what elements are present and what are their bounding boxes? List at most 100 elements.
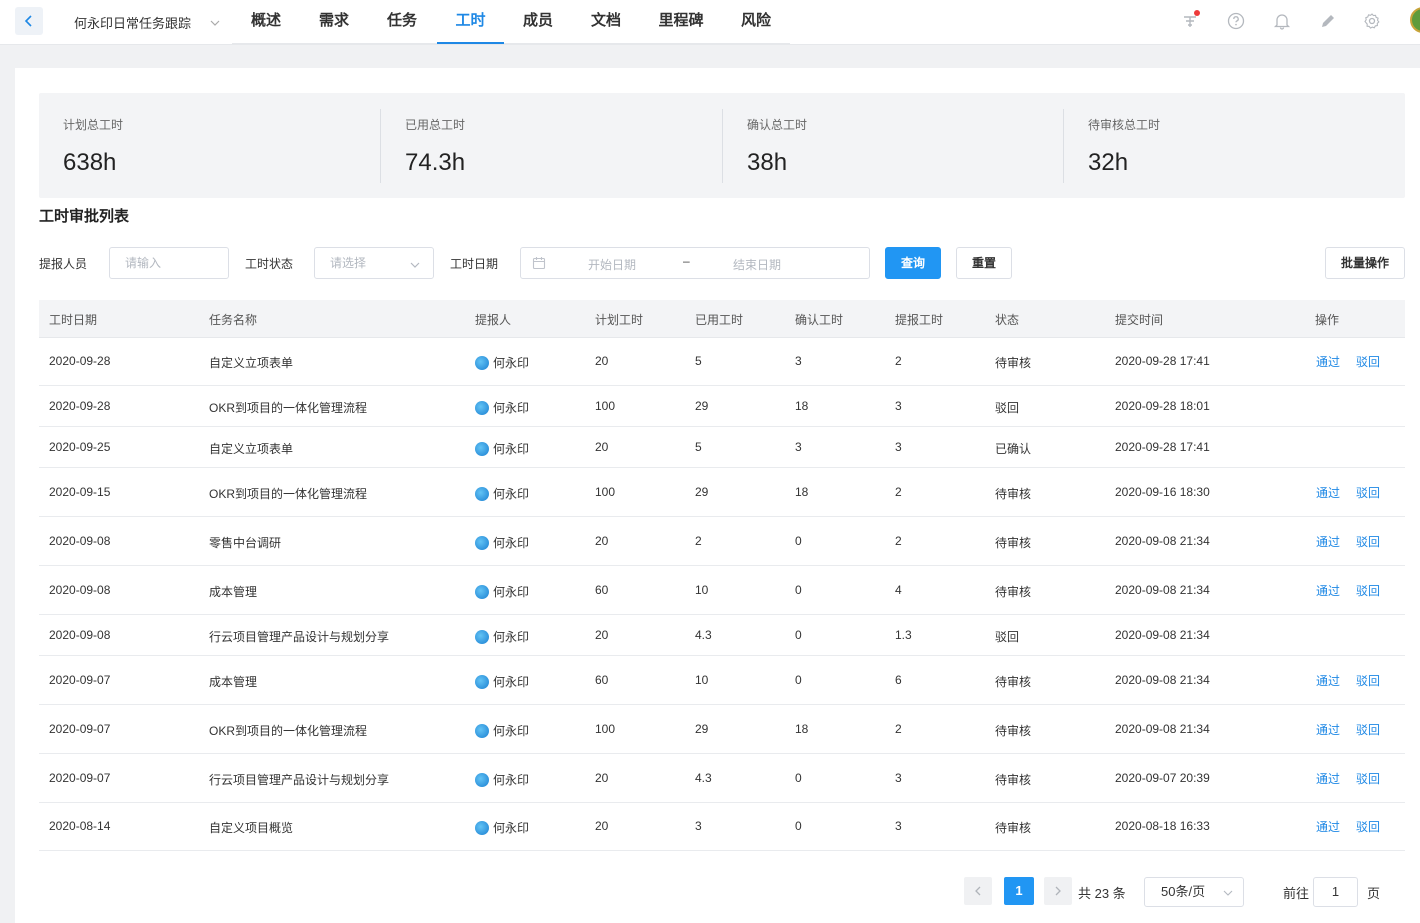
approve-link[interactable]: 通过 bbox=[1316, 353, 1340, 370]
chevron-down-icon bbox=[410, 262, 420, 268]
approve-link[interactable]: 通过 bbox=[1316, 533, 1340, 550]
cell-task-name: 行云项目管理产品设计与规划分享 bbox=[209, 630, 390, 644]
cell-used-hours: 4.3 bbox=[695, 628, 712, 642]
reporter-avatar bbox=[475, 535, 489, 550]
prev-page-button[interactable] bbox=[964, 877, 992, 905]
cell-confirmed-hours: 3 bbox=[795, 440, 802, 454]
date-range-picker[interactable]: 开始日期 – 结束日期 bbox=[520, 247, 870, 279]
cell-submitted-time: 2020-09-08 21:34 bbox=[1115, 673, 1210, 687]
approve-link[interactable]: 通过 bbox=[1316, 582, 1340, 599]
column-header-used: 已用工时 bbox=[695, 313, 744, 327]
cell-reported-hours: 2 bbox=[895, 534, 902, 548]
cell-date: 2020-09-08 bbox=[49, 534, 111, 548]
cell-task-name: 成本管理 bbox=[209, 585, 258, 599]
cell-planned-hours: 20 bbox=[595, 354, 609, 368]
reject-link[interactable]: 驳回 bbox=[1356, 672, 1380, 689]
cell-confirmed-hours: 18 bbox=[795, 399, 809, 413]
cell-task-name: 自定义立项表单 bbox=[209, 356, 294, 370]
table-row: 2020-09-28 OKR到项目的一体化管理流程 何永印 100 29 18 3 驳回 202… bbox=[39, 386, 1405, 427]
stat-label: 确认总工时 bbox=[747, 118, 808, 132]
approve-link[interactable]: 通过 bbox=[1316, 770, 1340, 787]
cell-task-name: OKR到项目的一体化管理流程 bbox=[209, 401, 368, 415]
cell-submitted-time: 2020-09-28 18:01 bbox=[1115, 399, 1210, 413]
end-date-placeholder[interactable]: 结束日期 bbox=[733, 256, 781, 273]
tab-work-hours[interactable]: 工时 bbox=[437, 0, 504, 44]
status-select-placeholder: 请选择 bbox=[330, 256, 367, 270]
reject-link[interactable]: 驳回 bbox=[1356, 484, 1380, 501]
tab-risks[interactable]: 风险 bbox=[732, 0, 780, 44]
page-size-value: 50条/页 bbox=[1161, 884, 1206, 899]
tab-members[interactable]: 成员 bbox=[514, 0, 562, 44]
settings-button[interactable] bbox=[1362, 11, 1382, 31]
cell-task-name: 自定义立项表单 bbox=[209, 442, 294, 456]
tab-tasks[interactable]: 任务 bbox=[378, 0, 426, 44]
approve-link[interactable]: 通过 bbox=[1316, 721, 1340, 738]
cell-reporter: 何永印 bbox=[475, 399, 529, 416]
cell-reporter: 何永印 bbox=[475, 485, 529, 502]
section-title: 工时审批列表 bbox=[39, 208, 130, 225]
reporter-name: 何永印 bbox=[493, 536, 530, 550]
approve-link[interactable]: 通过 bbox=[1316, 818, 1340, 835]
query-button[interactable]: 查询 bbox=[885, 247, 941, 279]
stat-label: 待审核总工时 bbox=[1088, 118, 1161, 132]
reporter-avatar bbox=[475, 674, 489, 689]
approve-link[interactable]: 通过 bbox=[1316, 672, 1340, 689]
user-avatar[interactable] bbox=[1410, 7, 1420, 33]
cell-used-hours: 10 bbox=[695, 673, 709, 687]
cell-reporter: 何永印 bbox=[475, 628, 529, 645]
project-name: 何永印日常任务跟踪 bbox=[74, 15, 192, 31]
tab-overview[interactable]: 概述 bbox=[242, 0, 290, 44]
cell-task-name: 自定义项目概览 bbox=[209, 821, 294, 835]
reset-button[interactable]: 重置 bbox=[956, 247, 1012, 279]
bell-icon bbox=[1273, 14, 1291, 30]
cell-reported-hours: 3 bbox=[895, 399, 902, 413]
reject-link[interactable]: 驳回 bbox=[1356, 721, 1380, 738]
top-navigation-bar: 何永印日常任务跟踪 概述 需求 任务 工时 成员 文档 里程碑 风险 bbox=[0, 0, 1420, 45]
cell-planned-hours: 20 bbox=[595, 628, 609, 642]
tab-requirements[interactable]: 需求 bbox=[310, 0, 358, 44]
next-page-button[interactable] bbox=[1044, 877, 1072, 905]
cell-date: 2020-09-07 bbox=[49, 673, 111, 687]
reject-link[interactable]: 驳回 bbox=[1356, 818, 1380, 835]
cell-submitted-time: 2020-09-08 21:34 bbox=[1115, 583, 1210, 597]
cell-date: 2020-09-08 bbox=[49, 628, 111, 642]
column-header-reporter: 提报人 bbox=[475, 313, 512, 327]
goto-page-input[interactable]: 1 bbox=[1313, 877, 1358, 907]
notifications-button[interactable] bbox=[1272, 11, 1292, 31]
reporter-name: 何永印 bbox=[493, 630, 530, 644]
cell-status: 已确认 bbox=[995, 442, 1032, 456]
cell-date: 2020-08-14 bbox=[49, 819, 111, 833]
chevron-down-icon bbox=[210, 20, 220, 26]
tab-milestones[interactable]: 里程碑 bbox=[652, 0, 710, 44]
reject-link[interactable]: 驳回 bbox=[1356, 353, 1380, 370]
status-select[interactable]: 请选择 bbox=[314, 247, 434, 279]
reject-link[interactable]: 驳回 bbox=[1356, 533, 1380, 550]
tab-documents[interactable]: 文档 bbox=[582, 0, 630, 44]
reject-link[interactable]: 驳回 bbox=[1356, 770, 1380, 787]
cell-used-hours: 29 bbox=[695, 399, 709, 413]
back-button[interactable] bbox=[15, 7, 43, 35]
reporter-input[interactable] bbox=[109, 247, 229, 279]
cell-date: 2020-09-08 bbox=[49, 583, 111, 597]
edit-button[interactable] bbox=[1318, 11, 1338, 31]
stat-label: 计划总工时 bbox=[63, 118, 124, 132]
page-number-current[interactable]: 1 bbox=[1004, 877, 1034, 905]
filter-settings-button[interactable] bbox=[1180, 10, 1200, 31]
stat-value: 32h bbox=[1088, 149, 1129, 176]
page-size-select[interactable]: 50条/页 bbox=[1144, 877, 1244, 907]
cell-planned-hours: 100 bbox=[595, 722, 616, 736]
cell-confirmed-hours: 0 bbox=[795, 673, 802, 687]
cell-planned-hours: 20 bbox=[595, 771, 609, 785]
help-button[interactable] bbox=[1226, 11, 1246, 31]
cell-reported-hours: 2 bbox=[895, 354, 902, 368]
column-header-actions: 操作 bbox=[1315, 313, 1340, 327]
approve-link[interactable]: 通过 bbox=[1316, 484, 1340, 501]
reporter-avatar bbox=[475, 772, 489, 787]
cell-planned-hours: 100 bbox=[595, 485, 616, 499]
table-row: 2020-09-07 成本管理 何永印 60 10 0 6 待审核 2020-09-08 21:… bbox=[39, 656, 1405, 705]
start-date-placeholder[interactable]: 开始日期 bbox=[588, 256, 636, 273]
reject-link[interactable]: 驳回 bbox=[1356, 582, 1380, 599]
batch-operation-button[interactable]: 批量操作 bbox=[1325, 247, 1405, 279]
project-selector[interactable]: 何永印日常任务跟踪 bbox=[74, 0, 220, 44]
chevron-right-icon bbox=[1055, 886, 1061, 896]
